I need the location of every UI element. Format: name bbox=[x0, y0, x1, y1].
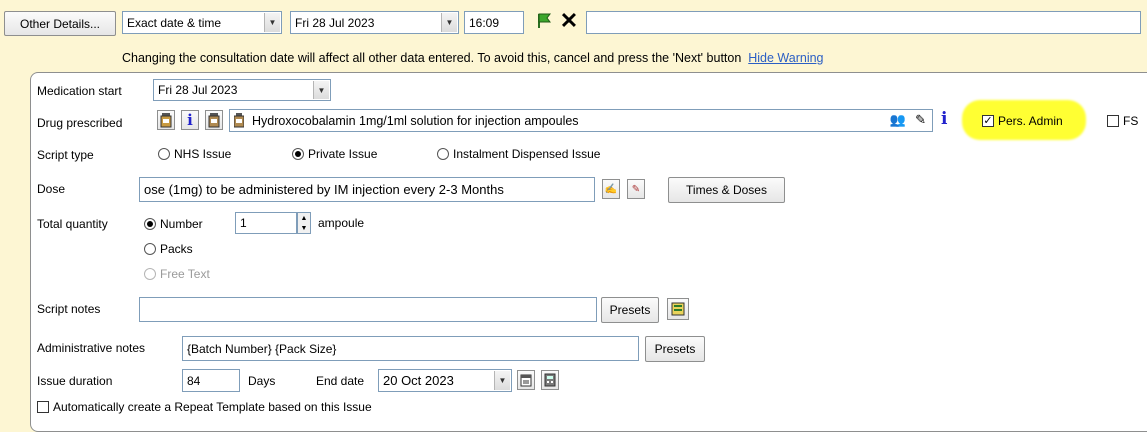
admin-notes-input[interactable]: {Batch Number} {Pack Size} bbox=[182, 336, 639, 361]
script-type-instalment-radio[interactable]: Instalment Dispensed Issue bbox=[437, 147, 600, 161]
medication-start-label: Medication start bbox=[37, 84, 122, 98]
script-type-private-radio[interactable]: Private Issue bbox=[292, 147, 377, 161]
instalment-issue-label: Instalment Dispensed Issue bbox=[453, 147, 601, 161]
time-value: 16:09 bbox=[469, 15, 500, 30]
medication-start-select[interactable]: Fri 28 Jul 2023 ▼ bbox=[153, 79, 331, 101]
script-notes-presets-button[interactable]: Presets bbox=[601, 297, 659, 323]
consultation-date-value: Fri 28 Jul 2023 bbox=[295, 15, 375, 30]
number-label: Number bbox=[160, 217, 203, 231]
time-input[interactable]: 16:09 bbox=[464, 11, 524, 34]
issue-duration-value: 84 bbox=[187, 373, 201, 388]
chevron-down-icon[interactable]: ▼ bbox=[301, 225, 308, 232]
drug-name-field[interactable]: Hydroxocobalamin 1mg/1ml solution for in… bbox=[229, 109, 933, 132]
end-date-value: 20 Oct 2023 bbox=[383, 373, 454, 388]
total-quantity-label: Total quantity bbox=[37, 217, 108, 231]
days-label: Days bbox=[248, 374, 276, 388]
issue-duration-input[interactable]: 84 bbox=[182, 369, 240, 392]
dose-value: ose (1mg) to be administered by IM injec… bbox=[144, 182, 504, 197]
dose-label: Dose bbox=[37, 182, 66, 196]
people-icon[interactable]: 👥 bbox=[890, 112, 906, 128]
script-notes-label: Script notes bbox=[37, 302, 101, 316]
quantity-packs-radio[interactable]: Packs bbox=[144, 242, 193, 256]
drug-prescribed-label: Drug prescribed bbox=[37, 116, 123, 130]
drug-pack-icon[interactable] bbox=[205, 110, 223, 130]
calendar-icon[interactable] bbox=[517, 370, 535, 390]
script-notes-input[interactable] bbox=[139, 297, 597, 322]
pers-admin-checkbox[interactable]: ✓ Pers. Admin bbox=[982, 114, 1063, 128]
template-icon[interactable] bbox=[667, 298, 689, 320]
drug-bottle-icon bbox=[233, 113, 245, 131]
fs-label: FS bbox=[1123, 114, 1139, 128]
empty-checkbox-icon bbox=[37, 401, 49, 413]
issue-duration-label: Issue duration bbox=[37, 374, 113, 388]
dose-edit-icon[interactable]: ✎ bbox=[627, 179, 645, 199]
extra-input[interactable] bbox=[586, 11, 1141, 34]
admin-notes-label: Administrative notes bbox=[37, 341, 146, 355]
radio-selected-icon bbox=[292, 148, 304, 160]
fs-checkbox[interactable]: FS bbox=[1107, 114, 1138, 128]
private-issue-label: Private Issue bbox=[308, 147, 378, 161]
drug-jar-icon[interactable] bbox=[157, 110, 175, 130]
edit-pencil-icon[interactable]: ✎ bbox=[915, 112, 926, 128]
quantity-number-radio[interactable]: Number bbox=[144, 217, 203, 231]
date-mode-select[interactable]: Exact date & time ▼ bbox=[122, 11, 282, 34]
radio-icon bbox=[158, 148, 170, 160]
packs-label: Packs bbox=[160, 242, 193, 256]
date-change-warning: Changing the consultation date will affe… bbox=[122, 51, 824, 65]
admin-notes-presets-button[interactable]: Presets bbox=[645, 336, 705, 362]
radio-selected-icon bbox=[144, 218, 156, 230]
quantity-input[interactable]: 1 bbox=[235, 212, 297, 234]
chevron-up-icon[interactable]: ▲ bbox=[301, 215, 308, 222]
medication-start-value: Fri 28 Jul 2023 bbox=[158, 83, 238, 97]
script-type-label: Script type bbox=[37, 148, 94, 162]
auto-repeat-template-checkbox[interactable]: Automatically create a Repeat Template b… bbox=[37, 400, 372, 414]
auto-repeat-template-label: Automatically create a Repeat Template b… bbox=[53, 400, 372, 414]
radio-icon bbox=[437, 148, 449, 160]
info-icon[interactable]: i bbox=[181, 110, 199, 130]
hide-warning-link[interactable]: Hide Warning bbox=[748, 51, 823, 65]
free-text-label: Free Text bbox=[160, 267, 210, 281]
empty-checkbox-icon bbox=[1107, 115, 1119, 127]
warning-text: Changing the consultation date will affe… bbox=[122, 51, 742, 65]
chevron-down-icon[interactable]: ▼ bbox=[441, 13, 457, 32]
radio-icon bbox=[144, 268, 156, 280]
drug-info-icon[interactable]: i bbox=[941, 109, 947, 129]
quantity-unit: ampoule bbox=[318, 216, 365, 230]
chevron-down-icon[interactable]: ▼ bbox=[264, 13, 280, 32]
quantity-value: 1 bbox=[240, 216, 247, 230]
dose-wizard-icon[interactable]: ✍ bbox=[602, 179, 620, 199]
chevron-down-icon[interactable]: ▼ bbox=[313, 81, 329, 99]
consultation-date-select[interactable]: Fri 28 Jul 2023 ▼ bbox=[290, 11, 459, 34]
confirm-date-icon[interactable] bbox=[532, 10, 556, 32]
admin-notes-value: {Batch Number} {Pack Size} bbox=[187, 341, 337, 356]
date-mode-value: Exact date & time bbox=[127, 15, 222, 30]
nhs-issue-label: NHS Issue bbox=[174, 147, 232, 161]
quantity-stepper[interactable]: ▲ ▼ bbox=[297, 212, 311, 234]
chevron-down-icon[interactable]: ▼ bbox=[494, 371, 510, 390]
drug-name-value: Hydroxocobalamin 1mg/1ml solution for in… bbox=[252, 113, 579, 128]
end-date-select[interactable]: 20 Oct 2023 ▼ bbox=[378, 369, 512, 392]
calculator-icon[interactable] bbox=[541, 370, 559, 390]
quantity-free-text-radio[interactable]: Free Text bbox=[144, 267, 210, 281]
times-doses-button[interactable]: Times & Doses bbox=[668, 177, 785, 203]
other-details-button[interactable]: Other Details... bbox=[4, 11, 116, 36]
radio-icon bbox=[144, 243, 156, 255]
script-type-nhs-radio[interactable]: NHS Issue bbox=[158, 147, 231, 161]
pers-admin-label: Pers. Admin bbox=[998, 114, 1063, 128]
end-date-label: End date bbox=[316, 374, 365, 388]
dose-input[interactable]: ose (1mg) to be administered by IM injec… bbox=[139, 177, 595, 202]
cancel-date-icon[interactable]: ✕ bbox=[558, 8, 580, 33]
checkmark-icon: ✓ bbox=[982, 115, 994, 127]
